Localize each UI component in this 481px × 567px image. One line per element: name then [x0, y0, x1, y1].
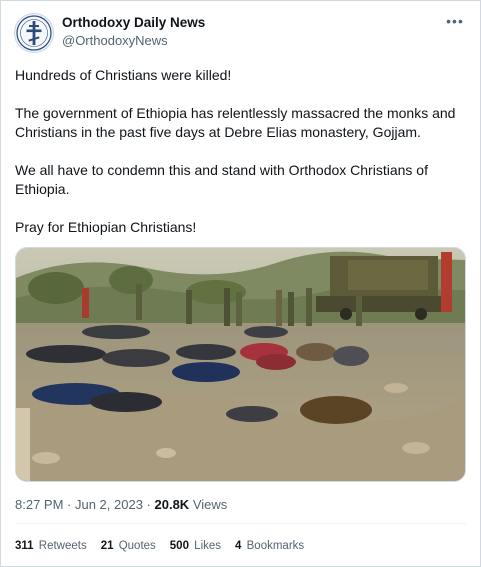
tweet-stats: 311 Retweets 21 Quotes 500 Likes 4 Bookm… [15, 540, 304, 552]
orthodox-cross-logo-icon [16, 15, 52, 51]
tweet-date[interactable]: Jun 2, 2023 [75, 497, 143, 512]
tweet-text: Hundreds of Christians were killed! The … [15, 66, 471, 256]
bookmarks-stat[interactable]: 4 Bookmarks [235, 540, 304, 552]
bookmarks-count: 4 [235, 540, 242, 552]
likes-stat[interactable]: 500 Likes [170, 540, 221, 552]
likes-label: Likes [194, 540, 222, 552]
tweet-time[interactable]: 8:27 PM [15, 497, 63, 512]
divider [15, 523, 466, 524]
quotes-label: Quotes [118, 540, 156, 552]
views-count: 20.8K [154, 497, 190, 512]
meta-separator: · [142, 497, 155, 512]
quotes-stat[interactable]: 21 Quotes [101, 540, 156, 552]
author-handle[interactable]: @OrthodoxyNews [62, 33, 168, 48]
tweet-photo[interactable] [15, 247, 466, 482]
quotes-count: 21 [100, 540, 114, 552]
more-horizontal-icon[interactable]: ••• [444, 13, 466, 31]
tweet-paragraph: Hundreds of Christians were killed! [15, 67, 232, 83]
retweets-label: Retweets [38, 540, 87, 552]
tweet-paragraph: The government of Ethiopia has relentles… [15, 105, 456, 140]
meta-separator: · [63, 497, 75, 512]
avatar[interactable] [14, 13, 54, 53]
likes-count: 500 [169, 540, 189, 552]
author-name[interactable]: Orthodoxy Daily News [62, 15, 205, 30]
tweet-paragraph: We all have to condemn this and stand wi… [15, 162, 428, 197]
views-label: Views [192, 497, 228, 512]
retweets-stat[interactable]: 311 Retweets [15, 540, 87, 552]
bookmarks-label: Bookmarks [246, 540, 305, 552]
photo-image [16, 248, 465, 481]
tweet-card: Orthodoxy Daily News @OrthodoxyNews ••• … [0, 0, 481, 567]
tweet-meta: 8:27 PM · Jun 2, 2023 · 20.8K Views [15, 497, 227, 512]
tweet-paragraph: Pray for Ethiopian Christians! [15, 219, 197, 235]
retweets-count: 311 [15, 540, 34, 552]
